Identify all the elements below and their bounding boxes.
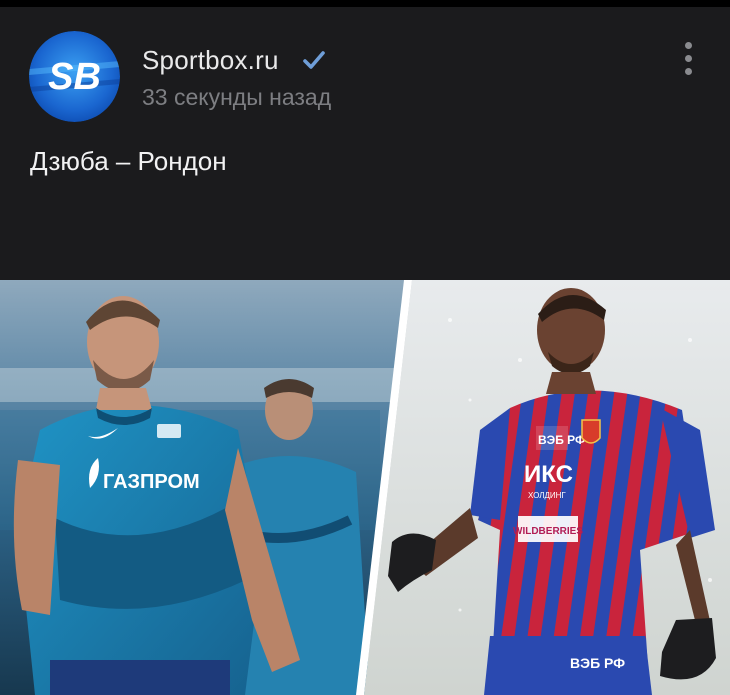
left-jersey-sponsor: ГАЗПРОМ <box>103 471 200 493</box>
post-timestamp: 33 секунды назад <box>142 84 332 110</box>
post-text: Дзюба – Рондон <box>30 146 227 176</box>
right-jersey-sponsor-top: ВЭБ РФ <box>538 433 585 447</box>
avatar-logo-text: SB <box>48 56 101 98</box>
channel-avatar[interactable]: SB <box>29 31 120 122</box>
status-strip <box>0 0 730 7</box>
verified-icon <box>303 50 325 70</box>
right-jersey-sponsor-bottom: WILDBERRIES <box>513 526 583 537</box>
right-shorts-text: ВЭБ РФ <box>570 655 625 671</box>
more-vertical-icon[interactable] <box>676 42 702 76</box>
post-image[interactable]: ГАЗПРОМ ВЭБ РФ ИКС ХОЛДИНГ WILDBERRIES В… <box>0 280 730 695</box>
right-jersey-sponsor-mid: ИКС <box>524 461 573 488</box>
channel-post: SB Sportbox.ru 33 секунды назад Дзюба – … <box>0 0 730 695</box>
right-jersey-sponsor-sub: ХОЛДИНГ <box>528 491 566 500</box>
channel-name[interactable]: Sportbox.ru <box>142 44 279 76</box>
